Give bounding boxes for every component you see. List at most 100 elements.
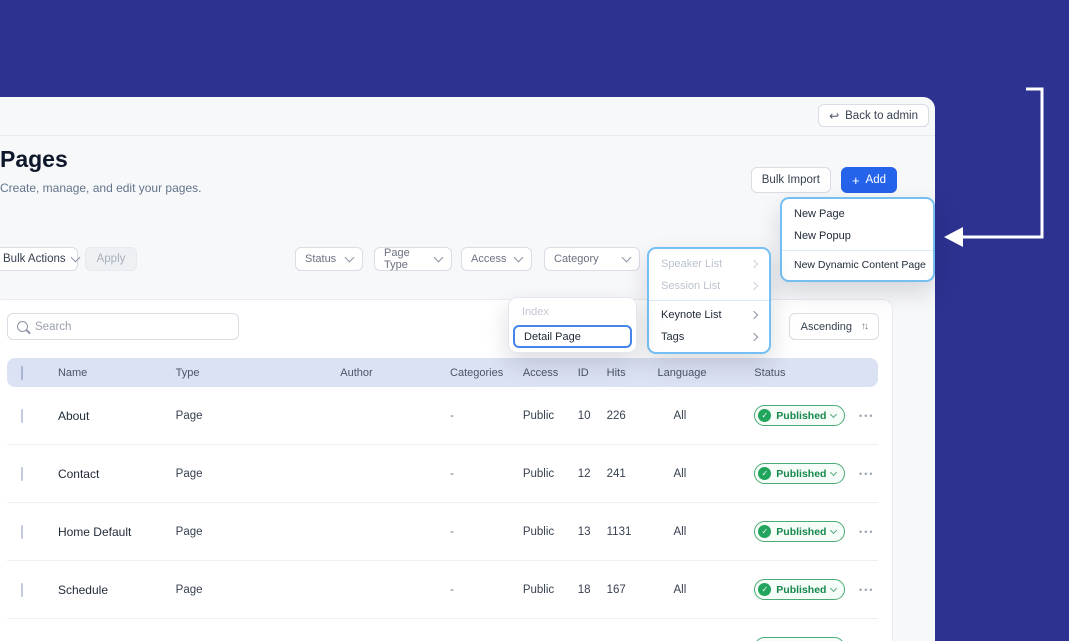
row-actions-button[interactable]: •••	[859, 469, 874, 479]
cell-language: All	[673, 409, 687, 422]
cell-language: All	[673, 583, 687, 596]
menu-item-label: New Popup	[794, 230, 851, 242]
cell-name: Home Default	[57, 524, 132, 539]
cell-categories: -	[450, 583, 454, 596]
column-header-access: Access	[522, 366, 559, 379]
bulk-actions-dropdown[interactable]: Bulk Actions	[0, 247, 81, 271]
back-to-admin-label: Back to admin	[845, 109, 918, 122]
chevron-right-icon	[749, 310, 759, 320]
page-type-filter-select[interactable]: Page Type	[374, 247, 452, 271]
status-badge[interactable]: ✓ Published	[754, 521, 846, 542]
status-badge[interactable]: ✓ Published	[754, 637, 846, 641]
apply-button[interactable]: Apply	[85, 247, 137, 271]
keynote-layout-submenu: Index Detail Page	[508, 297, 637, 353]
search-input[interactable]	[35, 320, 229, 333]
page-title: Pages	[0, 146, 68, 172]
dynamic-content-submenu: Speaker List Session List Keynote List T…	[647, 247, 771, 354]
cell-status: ✓ Published	[754, 637, 859, 641]
menu-divider	[782, 250, 933, 251]
status-badge[interactable]: ✓ Published	[754, 579, 846, 600]
page-subtitle: Create, manage, and edit your pages.	[0, 181, 202, 195]
cell-id: 10	[577, 409, 591, 422]
cell-type: Page	[175, 525, 203, 538]
column-header-id: ID	[577, 366, 589, 379]
cell-language: All	[673, 525, 687, 538]
status-filter-select[interactable]: Status	[295, 247, 363, 271]
category-filter-label: Category	[554, 253, 599, 265]
cell-type: Page	[175, 583, 203, 596]
menu-item-label: Session List	[661, 280, 721, 292]
check-icon: ✓	[758, 409, 772, 422]
page-type-filter-label: Page Type	[384, 247, 410, 271]
row-actions-button[interactable]: •••	[859, 527, 874, 537]
status-badge[interactable]: ✓ Published	[754, 405, 846, 426]
row-checkbox[interactable]	[21, 408, 23, 423]
chevron-down-icon	[621, 252, 632, 262]
sort-label: Ascending	[800, 320, 852, 333]
header-checkbox-cell	[7, 365, 43, 380]
callout-pointer-icon	[944, 227, 963, 247]
chevron-down-icon	[70, 252, 81, 262]
row-actions-button[interactable]: •••	[859, 585, 874, 595]
chevron-down-icon	[433, 252, 444, 262]
cell-name: Contact	[57, 466, 100, 481]
chevron-right-icon	[749, 281, 759, 291]
cell-status: ✓ Published	[754, 463, 859, 484]
cell-categories: -	[450, 525, 454, 538]
row-checkbox[interactable]	[21, 524, 23, 539]
row-checkbox[interactable]	[21, 466, 23, 481]
bulk-import-button[interactable]: Bulk Import	[750, 167, 831, 193]
select-all-checkbox[interactable]	[21, 365, 23, 380]
menu-item-tags[interactable]: Tags	[649, 326, 769, 348]
status-badge[interactable]: ✓ Published	[754, 463, 846, 484]
chevron-down-icon	[830, 526, 838, 535]
status-badge-label: Published	[776, 583, 827, 596]
cell-status: ✓ Published	[754, 405, 859, 426]
menu-item-label: Detail Page	[524, 330, 581, 343]
menu-item-label: New Page	[794, 208, 845, 220]
table-row: ✓ Published •••	[7, 619, 878, 641]
status-badge-label: Published	[776, 467, 827, 480]
cell-categories: -	[450, 409, 454, 422]
back-to-admin-button[interactable]: ↩ Back to admin	[818, 104, 929, 127]
menu-item-new-dynamic-content-page[interactable]: New Dynamic Content Page	[782, 254, 933, 276]
status-badge-label: Published	[776, 409, 827, 422]
row-actions-button[interactable]: •••	[859, 411, 874, 421]
chevron-down-icon	[830, 410, 838, 419]
menu-item-label: Index	[522, 306, 549, 318]
menu-item-speaker-list: Speaker List	[649, 253, 769, 275]
column-header-author: Author	[340, 366, 373, 379]
search-box[interactable]	[7, 313, 239, 340]
menu-item-new-popup[interactable]: New Popup	[782, 225, 933, 247]
menu-item-detail-page[interactable]: Detail Page	[513, 325, 632, 348]
chevron-down-icon	[830, 468, 838, 477]
cell-categories: -	[450, 467, 454, 480]
cell-hits: 1131	[606, 525, 632, 538]
header-actions: Bulk Import + Add	[750, 167, 897, 193]
check-icon: ✓	[758, 467, 772, 480]
cell-access: Public	[522, 409, 555, 422]
column-header-status: Status	[754, 366, 786, 379]
cell-status: ✓ Published	[754, 521, 859, 542]
add-button[interactable]: + Add	[840, 167, 897, 193]
chevron-down-icon	[513, 252, 524, 262]
access-filter-select[interactable]: Access	[461, 247, 532, 271]
cell-hits: 241	[606, 467, 626, 480]
category-filter-select[interactable]: Category	[544, 247, 640, 271]
bulk-actions-label: Bulk Actions	[3, 253, 66, 265]
cell-access: Public	[522, 467, 555, 480]
access-filter-label: Access	[471, 253, 507, 265]
menu-item-label: Speaker List	[661, 258, 723, 270]
menu-item-session-list: Session List	[649, 275, 769, 297]
column-header-name: Name	[57, 366, 88, 379]
row-checkbox[interactable]	[21, 582, 23, 597]
menu-item-index: Index	[513, 301, 632, 323]
cell-name: About	[57, 408, 90, 423]
menu-item-label: Keynote List	[661, 309, 722, 321]
menu-item-keynote-list[interactable]: Keynote List	[649, 304, 769, 326]
status-badge-label: Published	[776, 525, 827, 538]
sort-control[interactable]: Ascending ↑↓	[788, 313, 879, 340]
menu-item-new-page[interactable]: New Page	[782, 203, 933, 225]
table-row: Home Default Page - Public 13 1131 All ✓…	[7, 503, 878, 561]
add-button-label: Add	[865, 174, 886, 186]
